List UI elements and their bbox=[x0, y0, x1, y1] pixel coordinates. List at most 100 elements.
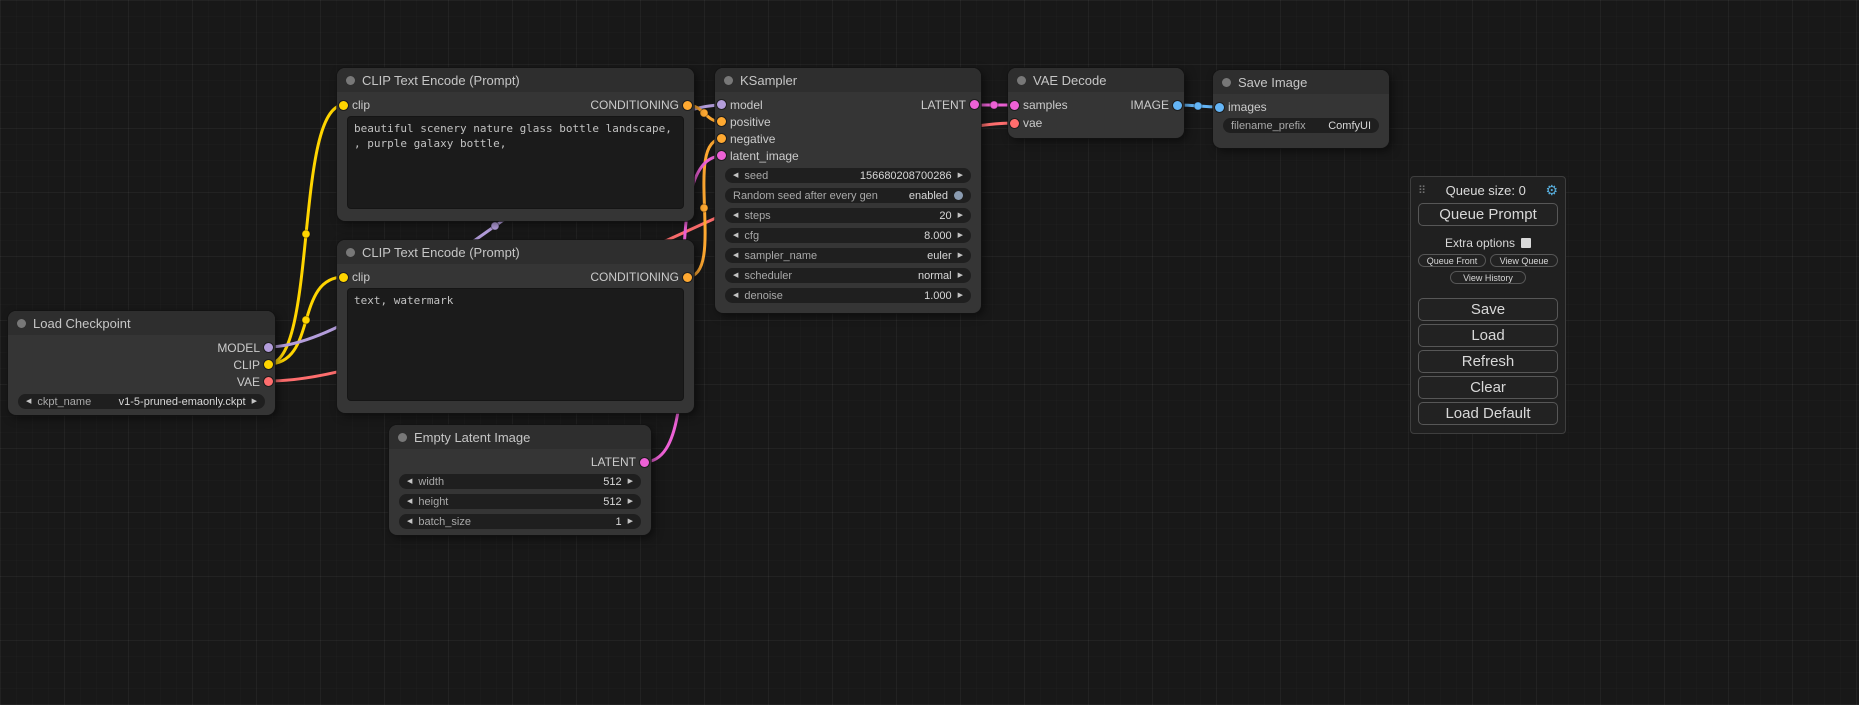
node-load-checkpoint[interactable]: Load Checkpoint MODEL CLIP VAE ◀ ckpt_na… bbox=[8, 311, 275, 415]
collapse-dot-icon[interactable] bbox=[1222, 78, 1231, 87]
drag-handle-icon[interactable]: ⠿ bbox=[1418, 184, 1426, 197]
node-vae-decode[interactable]: VAE Decode samples IMAGE vae bbox=[1008, 68, 1184, 138]
link-midpoint-dot bbox=[700, 204, 708, 212]
node-save-image[interactable]: Save Image images filename_prefix ComfyU… bbox=[1213, 70, 1389, 148]
positive-input-dot[interactable] bbox=[717, 117, 726, 126]
node-title-bar[interactable]: CLIP Text Encode (Prompt) bbox=[337, 68, 694, 92]
sampler-name-widget[interactable]: ◀ sampler_name euler ▶ bbox=[725, 248, 971, 263]
widget-label: batch_size bbox=[418, 516, 471, 528]
negative-prompt-textarea[interactable]: text, watermark bbox=[347, 288, 684, 401]
widget-value: normal bbox=[918, 270, 952, 282]
node-title-bar[interactable]: KSampler bbox=[715, 68, 981, 92]
positive-prompt-textarea[interactable]: beautiful scenery nature glass bottle la… bbox=[347, 116, 684, 209]
menu-spacer bbox=[1418, 288, 1558, 298]
load-default-button[interactable]: Load Default bbox=[1418, 402, 1558, 425]
extra-options-checkbox[interactable] bbox=[1521, 238, 1531, 248]
refresh-button[interactable]: Refresh bbox=[1418, 350, 1558, 373]
seed-widget[interactable]: ◀ seed 156680208700286 ▶ bbox=[725, 168, 971, 183]
image-output-dot[interactable] bbox=[1173, 101, 1182, 110]
vae-output-dot[interactable] bbox=[264, 377, 273, 386]
batch-size-widget[interactable]: ◀ batch_size 1 ▶ bbox=[399, 514, 641, 529]
model-output-dot[interactable] bbox=[264, 343, 273, 352]
widget-label: denoise bbox=[744, 290, 783, 302]
arrow-left-icon[interactable]: ◀ bbox=[733, 252, 738, 259]
steps-widget[interactable]: ◀ steps 20 ▶ bbox=[725, 208, 971, 223]
queue-size-label: Queue size: 0 bbox=[1426, 183, 1545, 198]
scheduler-widget[interactable]: ◀ scheduler normal ▶ bbox=[725, 268, 971, 283]
node-graph-canvas[interactable]: Load Checkpoint MODEL CLIP VAE ◀ ckpt_na… bbox=[0, 0, 1859, 705]
arrow-left-icon[interactable]: ◀ bbox=[733, 292, 738, 299]
arrow-right-icon[interactable]: ▶ bbox=[628, 498, 633, 505]
settings-gear-icon[interactable]: ⚙ bbox=[1545, 182, 1558, 199]
queue-front-button[interactable]: Queue Front bbox=[1418, 254, 1486, 267]
arrow-right-icon[interactable]: ▶ bbox=[958, 232, 963, 239]
latent-image-input-dot[interactable] bbox=[717, 151, 726, 160]
node-body: images filename_prefix ComfyUI bbox=[1213, 94, 1389, 133]
random-seed-toggle-widget[interactable]: Random seed after every gen enabled bbox=[725, 188, 971, 203]
history-row: View History bbox=[1418, 271, 1558, 284]
conditioning-output-dot[interactable] bbox=[683, 101, 692, 110]
collapse-dot-icon[interactable] bbox=[346, 248, 355, 257]
node-title-bar[interactable]: CLIP Text Encode (Prompt) bbox=[337, 240, 694, 264]
cfg-widget[interactable]: ◀ cfg 8.000 ▶ bbox=[725, 228, 971, 243]
arrow-right-icon[interactable]: ▶ bbox=[958, 272, 963, 279]
model-input-dot[interactable] bbox=[717, 100, 726, 109]
node-clip-text-encode-positive[interactable]: CLIP Text Encode (Prompt) clip CONDITION… bbox=[337, 68, 694, 221]
denoise-widget[interactable]: ◀ denoise 1.000 ▶ bbox=[725, 288, 971, 303]
clear-button[interactable]: Clear bbox=[1418, 376, 1558, 399]
node-title-bar[interactable]: VAE Decode bbox=[1008, 68, 1184, 92]
arrow-left-icon[interactable]: ◀ bbox=[407, 498, 412, 505]
arrow-left-icon[interactable]: ◀ bbox=[26, 398, 31, 405]
arrow-left-icon[interactable]: ◀ bbox=[733, 212, 738, 219]
clip-input-dot[interactable] bbox=[339, 101, 348, 110]
node-empty-latent-image[interactable]: Empty Latent Image LATENT ◀ width 512 ▶ … bbox=[389, 425, 651, 535]
widget-value: 1.000 bbox=[924, 290, 952, 302]
arrow-left-icon[interactable]: ◀ bbox=[733, 232, 738, 239]
arrow-right-icon[interactable]: ▶ bbox=[252, 398, 257, 405]
arrow-right-icon[interactable]: ▶ bbox=[628, 518, 633, 525]
arrow-left-icon[interactable]: ◀ bbox=[407, 478, 412, 485]
save-button[interactable]: Save bbox=[1418, 298, 1558, 321]
filename-prefix-widget[interactable]: filename_prefix ComfyUI bbox=[1223, 118, 1379, 133]
width-widget[interactable]: ◀ width 512 ▶ bbox=[399, 474, 641, 489]
collapse-dot-icon[interactable] bbox=[17, 319, 26, 328]
node-title-bar[interactable]: Empty Latent Image bbox=[389, 425, 651, 449]
view-history-button[interactable]: View History bbox=[1450, 271, 1526, 284]
node-title-bar[interactable]: Save Image bbox=[1213, 70, 1389, 94]
samples-input-dot[interactable] bbox=[1010, 101, 1019, 110]
link-midpoint-dot bbox=[491, 222, 499, 230]
arrow-right-icon[interactable]: ▶ bbox=[958, 172, 963, 179]
node-ksampler[interactable]: KSampler model LATENT positive negative … bbox=[715, 68, 981, 313]
latent-output-dot[interactable] bbox=[970, 100, 979, 109]
images-input-dot[interactable] bbox=[1215, 103, 1224, 112]
clip-input-dot[interactable] bbox=[339, 273, 348, 282]
arrow-left-icon[interactable]: ◀ bbox=[407, 518, 412, 525]
arrow-right-icon[interactable]: ▶ bbox=[958, 252, 963, 259]
slot-row: vae bbox=[1008, 114, 1184, 132]
collapse-dot-icon[interactable] bbox=[398, 433, 407, 442]
ckpt-name-widget[interactable]: ◀ ckpt_name v1-5-pruned-emaonly.ckpt ▶ bbox=[18, 394, 265, 409]
arrow-left-icon[interactable]: ◀ bbox=[733, 172, 738, 179]
queue-prompt-button[interactable]: Queue Prompt bbox=[1418, 203, 1558, 226]
collapse-dot-icon[interactable] bbox=[724, 76, 733, 85]
collapse-dot-icon[interactable] bbox=[1017, 76, 1026, 85]
toggle-indicator-icon[interactable] bbox=[954, 191, 963, 200]
arrow-left-icon[interactable]: ◀ bbox=[733, 272, 738, 279]
view-queue-button[interactable]: View Queue bbox=[1490, 254, 1558, 267]
load-button[interactable]: Load bbox=[1418, 324, 1558, 347]
collapse-dot-icon[interactable] bbox=[346, 76, 355, 85]
arrow-right-icon[interactable]: ▶ bbox=[958, 212, 963, 219]
latent-output-dot[interactable] bbox=[640, 458, 649, 467]
arrow-right-icon[interactable]: ▶ bbox=[958, 292, 963, 299]
node-title-bar[interactable]: Load Checkpoint bbox=[8, 311, 275, 335]
node-clip-text-encode-negative[interactable]: CLIP Text Encode (Prompt) clip CONDITION… bbox=[337, 240, 694, 413]
latent-image-input-label: latent_image bbox=[730, 149, 799, 163]
latent-output-label: LATENT bbox=[921, 98, 966, 112]
negative-input-dot[interactable] bbox=[717, 134, 726, 143]
clip-output-dot[interactable] bbox=[264, 360, 273, 369]
arrow-right-icon[interactable]: ▶ bbox=[628, 478, 633, 485]
queue-menu-panel[interactable]: ⠿ Queue size: 0 ⚙ Queue Prompt Extra opt… bbox=[1410, 176, 1566, 434]
conditioning-output-dot[interactable] bbox=[683, 273, 692, 282]
vae-input-dot[interactable] bbox=[1010, 119, 1019, 128]
height-widget[interactable]: ◀ height 512 ▶ bbox=[399, 494, 641, 509]
